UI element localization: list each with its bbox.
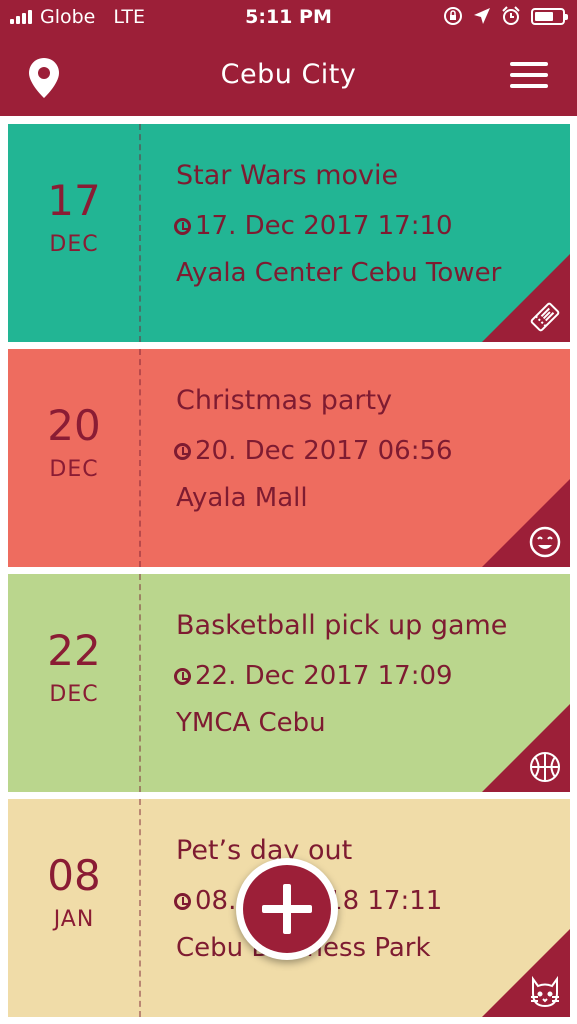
clock-icon [174,892,191,910]
clock-icon [174,667,191,685]
cat-icon [531,975,559,1008]
clock-icon [174,442,191,460]
event-title: Basketball pick up game [176,610,508,641]
dashed-divider [139,349,141,567]
event-date: 22 DEC [8,574,140,792]
event-title: Pet’s day out [176,835,353,866]
smiley-icon [529,526,561,558]
event-datetime: 20. Dec 2017 06:56 [174,436,453,466]
event-day: 17 [47,176,101,225]
event-month: JAN [53,907,95,932]
event-card[interactable]: 22 DEC Basketball pick up game 22. Dec 2… [8,574,570,792]
status-bar: Globe LTE 5:11 PM [0,0,577,36]
add-icon[interactable] [243,865,331,953]
event-datetime: 22. Dec 2017 17:09 [174,661,453,691]
dashed-divider [139,124,141,342]
event-title: Christmas party [176,385,393,416]
event-location: Ayala Mall [176,483,308,513]
orientation-lock-icon [444,7,462,25]
event-location: YMCA Cebu [176,708,326,738]
event-datetime-text: 17. Dec 2017 17:10 [195,211,453,241]
battery-icon [531,7,568,25]
page-title: Cebu City [220,59,357,90]
event-day: 22 [47,626,101,675]
event-day: 08 [47,851,101,900]
event-datetime: 17. Dec 2017 17:10 [174,211,453,241]
event-card[interactable]: 20 DEC Christmas party 20. Dec 2017 06:5… [8,349,570,567]
hamburger-menu-icon[interactable] [510,60,548,90]
app-header: Cebu City [0,36,577,116]
clock-icon [174,217,191,235]
event-month: DEC [49,457,99,482]
event-date: 20 DEC [8,349,140,567]
dashed-divider [139,799,141,1017]
event-location: Ayala Center Cebu Tower [176,258,502,288]
event-month: DEC [49,682,99,707]
event-day: 20 [47,401,101,450]
dashed-divider [139,574,141,792]
ticket-icon [530,302,560,332]
event-title: Star Wars movie [176,160,399,191]
event-datetime-text: 20. Dec 2017 06:56 [195,436,453,466]
basketball-icon [530,752,560,782]
event-date: 17 DEC [8,124,140,342]
event-datetime-text: 22. Dec 2017 17:09 [195,661,453,691]
alarm-icon [502,6,520,25]
add-event-button[interactable] [236,858,338,960]
event-month: DEC [49,232,99,257]
event-date: 08 JAN [8,799,140,1017]
event-card[interactable]: 17 DEC Star Wars movie 17. Dec 2017 17:1… [8,124,570,342]
location-arrow-icon [474,8,490,24]
